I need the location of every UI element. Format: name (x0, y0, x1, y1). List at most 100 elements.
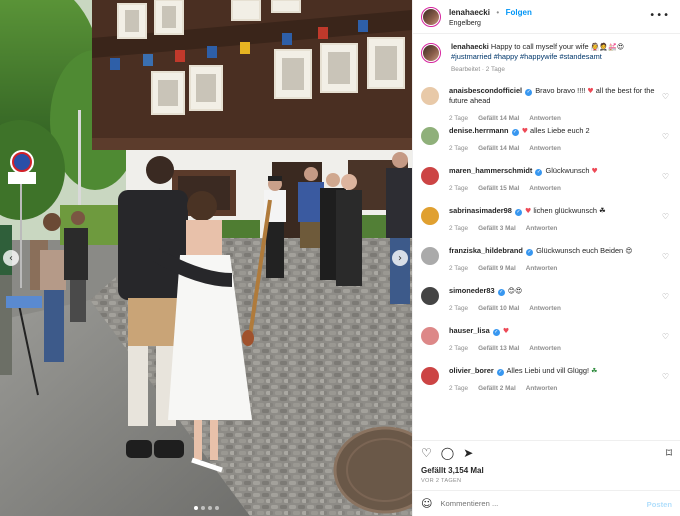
reply-button[interactable]: Antworten (526, 225, 558, 232)
comment-age: 2 Tage (449, 225, 469, 232)
verified-badge-icon: ✓ (526, 249, 533, 256)
comment-like-count[interactable]: Gefällt 15 Mal (478, 185, 519, 192)
commenter-avatar[interactable] (421, 87, 439, 105)
reply-button[interactable]: Antworten (529, 145, 561, 152)
verified-badge-icon: ✓ (497, 289, 505, 296)
chevron-right-icon: › (398, 252, 402, 264)
comment-row: denise.herrmann ✓ ♥ alles Liebe euch 2 2 … (421, 126, 672, 166)
comment-row: anaisbescondofficiel ✓ Bravo bravo !!!! … (421, 86, 672, 126)
carousel-dot (208, 506, 212, 510)
comment-like-heart-icon[interactable]: ♡ (662, 172, 669, 181)
reply-button[interactable]: Antworten (529, 185, 561, 192)
share-send-icon[interactable]: ➤ (463, 446, 473, 460)
caption-username[interactable]: lenahaecki (451, 42, 489, 51)
commenter-username[interactable]: sabrinasimader98 (449, 206, 512, 215)
comment-text-before: Glückwunsch euch Beiden (536, 246, 624, 255)
comment-red-heart-icon: ♥ (524, 207, 532, 215)
next-photo-button[interactable]: › (392, 250, 408, 266)
comment-rows: anaisbescondofficiel ✓ Bravo bravo !!!! … (421, 86, 672, 406)
caption-meta: Bearbeitet · 2 Tage (451, 66, 505, 73)
caption-avatar[interactable] (421, 43, 441, 63)
chevron-left-icon: ‹ (9, 252, 13, 264)
commenter-username[interactable]: olivier_borer (449, 366, 494, 375)
post-sidebar: lenahaecki • Folgen Engelberg ••• lenaha… (412, 0, 680, 516)
post-comment-button[interactable]: Posten (647, 500, 672, 509)
reply-button[interactable]: Antworten (529, 305, 561, 312)
verified-badge-icon: ✓ (511, 129, 519, 136)
comment-text-after: lichen glückwunsch ☘ (533, 206, 606, 215)
previous-photo-button[interactable]: ‹ (3, 250, 19, 266)
comment-clover-emoji-icon: ☘ (591, 367, 598, 375)
comment-like-count[interactable]: Gefällt 13 Mal (478, 345, 519, 352)
comment-like-count[interactable]: Gefällt 14 Mal (478, 145, 519, 152)
comment-age: 2 Tage (449, 345, 469, 352)
verified-badge-icon: ✓ (496, 369, 504, 376)
comment-like-count[interactable]: Gefällt 14 Mal (478, 115, 519, 122)
reply-button[interactable]: Antworten (526, 385, 558, 392)
comment-like-count[interactable]: Gefällt 9 Mal (478, 265, 516, 272)
verified-badge-icon: ✓ (525, 89, 533, 96)
comment-text-before: Alles Liebi und vill Glügg! (506, 366, 590, 375)
comment-like-heart-icon[interactable]: ♡ (662, 212, 669, 221)
carousel-dot (201, 506, 205, 510)
save-bookmark-icon[interactable]: ⌑ (666, 446, 672, 460)
comment-text-before: Glückwunsch (545, 166, 590, 175)
comment-row: sabrinasimader98 ✓ ♥ lichen glückwunsch … (421, 206, 672, 246)
comment-like-heart-icon[interactable]: ♡ (662, 372, 669, 381)
comment-like-count[interactable]: Gefällt 2 Mal (478, 385, 516, 392)
comment-red-heart-icon: ♥ (521, 127, 528, 135)
commenter-username[interactable]: anaisbescondofficiel (449, 86, 522, 95)
comment-like-heart-icon[interactable]: ♡ (662, 292, 669, 301)
verified-badge-icon: ✓ (535, 169, 543, 176)
commenter-avatar[interactable] (421, 367, 439, 385)
post-photo[interactable]: ‹ › (0, 0, 412, 516)
commenter-avatar[interactable] (421, 287, 439, 305)
caption: lenahaecki Happy to call myself your wif… (421, 42, 672, 86)
like-heart-icon[interactable]: ♡ (421, 446, 432, 460)
comment-like-heart-icon[interactable]: ♡ (662, 132, 669, 141)
carousel-dots (194, 506, 219, 510)
commenter-avatar[interactable] (421, 247, 439, 265)
caption-hashtags[interactable]: #justmarried #happy #happywife #standesa… (451, 52, 602, 61)
comment-age: 2 Tage (449, 145, 469, 152)
carousel-dot (215, 506, 219, 510)
author-avatar[interactable] (421, 6, 441, 27)
verified-badge-icon: ✓ (492, 329, 500, 336)
like-count[interactable]: Gefällt 3,154 Mal (413, 464, 680, 476)
follow-button[interactable]: Folgen (506, 8, 532, 17)
caption-emojis: 👰🤵💒😍 (590, 43, 625, 51)
comment-like-count[interactable]: Gefällt 3 Mal (478, 225, 516, 232)
more-options-icon[interactable]: ••• (649, 10, 670, 21)
comment-input[interactable] (440, 499, 621, 508)
comment-like-heart-icon[interactable]: ♡ (662, 92, 669, 101)
commenter-username[interactable]: denise.herrmann (449, 126, 509, 135)
commenter-avatar[interactable] (421, 167, 439, 185)
comment-like-heart-icon[interactable]: ♡ (662, 332, 669, 341)
reply-button[interactable]: Antworten (529, 345, 561, 352)
comment-emoji-icon: 😊😍 (507, 287, 523, 295)
wedding-photo-scene (0, 0, 412, 516)
commenter-username[interactable]: maren_hammerschmidt (449, 166, 532, 175)
location-link[interactable]: Engelberg (449, 18, 532, 29)
comment-like-heart-icon[interactable]: ♡ (662, 252, 669, 261)
reply-button[interactable]: Antworten (529, 115, 561, 122)
comment-age: 2 Tage (449, 185, 469, 192)
author-username[interactable]: lenahaecki (449, 8, 490, 17)
commenter-username[interactable]: simoneder83 (449, 286, 495, 295)
post-header: lenahaecki • Folgen Engelberg ••• (413, 0, 680, 34)
comment-text-before: Bravo bravo !!!! (535, 86, 586, 95)
comment-age: 2 Tage (449, 115, 469, 122)
comment-row: hauser_lisa ✓ ♥ 2 Tage Gefällt 13 Mal Antw… (421, 326, 672, 366)
comment-row: maren_hammerschmidt ✓ Glückwunsch ♥ 2 Ta… (421, 166, 672, 206)
comment-bubble-icon[interactable]: ◯ (441, 446, 454, 460)
reply-button[interactable]: Antworten (526, 265, 558, 272)
commenter-username[interactable]: franziska_hildebrand (449, 246, 523, 255)
commenter-avatar[interactable] (421, 127, 439, 145)
commenter-username[interactable]: hauser_lisa (449, 326, 490, 335)
comment-like-count[interactable]: Gefällt 10 Mal (478, 305, 519, 312)
comments-list[interactable]: lenahaecki Happy to call myself your wif… (413, 34, 680, 440)
emoji-picker-icon[interactable]: ☺ (421, 497, 432, 510)
commenter-avatar[interactable] (421, 327, 439, 345)
commenter-avatar[interactable] (421, 207, 439, 225)
instagram-post: ‹ › lenahaecki • Folgen Engelberg ••• le… (0, 0, 680, 516)
